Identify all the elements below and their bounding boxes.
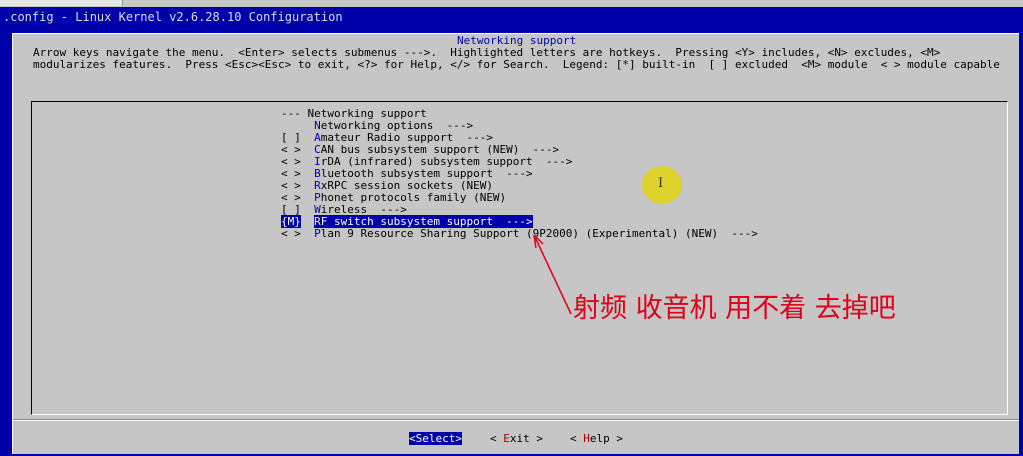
annotation-arrow-icon xyxy=(533,234,572,315)
annotation-text: 射频 收音机 用不着 去掉吧 xyxy=(573,293,896,324)
